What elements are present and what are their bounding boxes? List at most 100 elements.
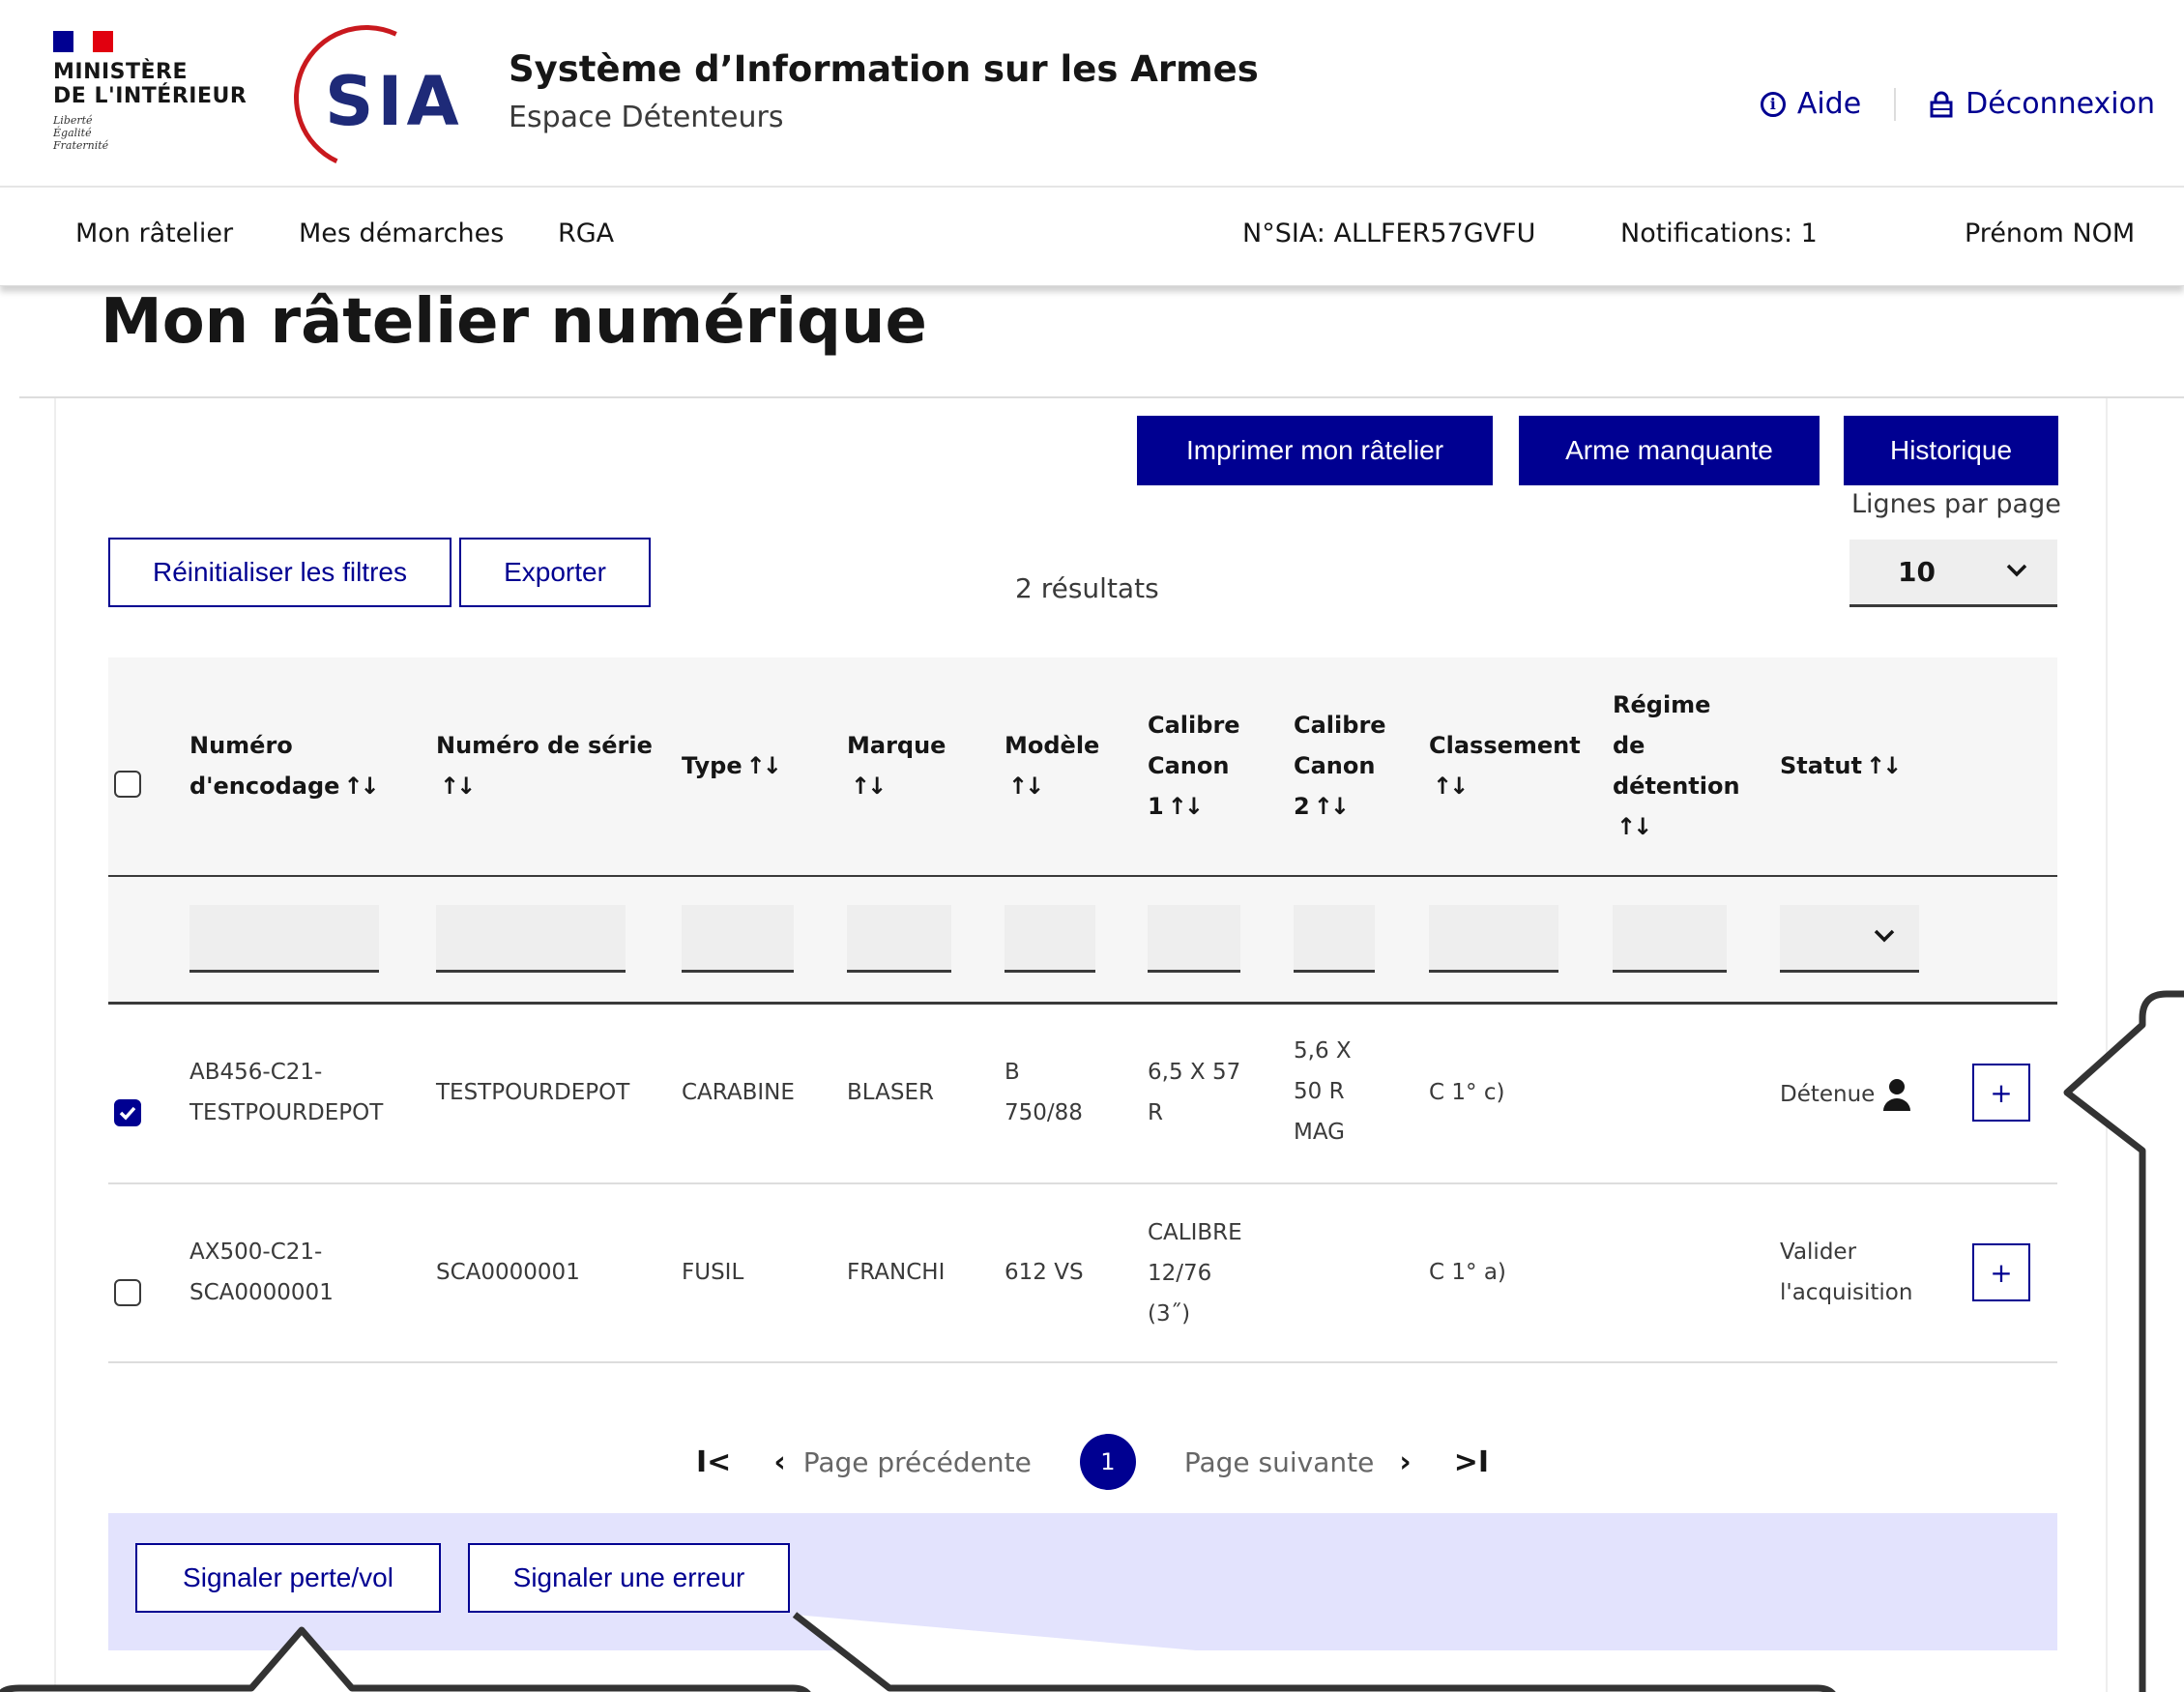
filter-marque-input[interactable]: [847, 905, 951, 973]
col-calibre1-line1: Calibre: [1148, 712, 1240, 739]
current-page[interactable]: 1: [1079, 1434, 1136, 1490]
col-encodage-line2: d'encodage: [189, 773, 340, 800]
col-calibre2[interactable]: Calibre Canon 2 ↑↓: [1294, 705, 1386, 827]
row-checkbox[interactable]: [114, 1099, 141, 1126]
history-button[interactable]: Historique: [1844, 416, 2058, 485]
sort-icon: ↑↓: [1433, 773, 1469, 800]
devise-egalite: Égalité: [53, 127, 92, 139]
last-page-icon[interactable]: >I: [1454, 1445, 1489, 1479]
filter-type-input[interactable]: [682, 905, 794, 973]
sort-icon: ↑↓: [1167, 793, 1204, 820]
ministere-line2: DE L'INTÉRIEUR: [53, 84, 248, 108]
row-divider: [108, 1182, 2057, 1184]
header-divider: [108, 875, 2057, 877]
col-regime-line2: de: [1613, 732, 1645, 759]
filter-regime-input[interactable]: [1613, 905, 1727, 973]
sia-logo: SIA: [273, 4, 460, 191]
col-calibre1[interactable]: Calibre Canon 1 ↑↓: [1148, 705, 1240, 827]
col-type[interactable]: Type ↑↓: [682, 745, 782, 786]
col-serie[interactable]: Numéro de série ↑↓: [436, 725, 653, 806]
chevron-down-icon: [1874, 929, 1895, 943]
cell-calibre1-line1: 6,5 X 57: [1148, 1060, 1241, 1085]
sort-icon: ↑↓: [343, 773, 379, 800]
pagination: I< ‹ Page précédente 1 Page suivante › >…: [696, 1433, 1489, 1491]
lines-per-page-value: 10: [1898, 556, 1936, 588]
filter-calibre2-input[interactable]: [1294, 905, 1375, 973]
report-error-button[interactable]: Signaler une erreur: [468, 1543, 790, 1613]
table-header-bottom-rule: [108, 1002, 2057, 1005]
nav-notifications[interactable]: Notifications: 1: [1620, 219, 1818, 248]
cell-classement: C 1° a): [1429, 1260, 1506, 1285]
ministere-line1: MINISTÈRE: [53, 60, 189, 84]
nav-item-rga[interactable]: RGA: [558, 219, 614, 248]
col-calibre1-line3: 1: [1148, 793, 1164, 820]
expand-row-button[interactable]: +: [1972, 1064, 2030, 1122]
col-calibre2-line2: Canon: [1294, 752, 1376, 779]
cell-calibre2: 5,6 X 50 R MAG: [1294, 1031, 1352, 1152]
devise-fraternite: Fraternité: [53, 139, 109, 152]
filter-encodage-input[interactable]: [189, 905, 379, 973]
col-statut[interactable]: Statut ↑↓: [1780, 745, 1902, 786]
cell-statut-line2: l'acquisition: [1780, 1280, 1913, 1305]
cell-serie: SCA0000001: [436, 1260, 580, 1285]
sort-icon: ↑↓: [1616, 813, 1652, 840]
filter-classement-input[interactable]: [1429, 905, 1558, 973]
cell-marque: BLASER: [847, 1080, 934, 1105]
cell-encodage-line2: SCA0000001: [189, 1280, 334, 1305]
col-encodage[interactable]: Numéro d'encodage ↑↓: [189, 725, 380, 806]
cell-modele: B 750/88: [1005, 1052, 1083, 1133]
col-classement[interactable]: Classement ↑↓: [1429, 725, 1581, 806]
cell-modele: 612 VS: [1005, 1260, 1084, 1285]
chevron-right-icon[interactable]: ›: [1399, 1445, 1411, 1479]
cell-encodage: AX500-C21- SCA0000001: [189, 1232, 334, 1313]
cell-calibre2-line3: MAG: [1294, 1120, 1345, 1145]
sort-icon: ↑↓: [851, 773, 887, 800]
reset-filters-button[interactable]: Réinitialiser les filtres: [108, 538, 451, 607]
missing-weapon-button[interactable]: Arme manquante: [1519, 416, 1820, 485]
report-loss-button[interactable]: Signaler perte/vol: [135, 1543, 441, 1613]
logout-label: Déconnexion: [1966, 87, 2155, 121]
cell-calibre1-line2: 12/76: [1148, 1261, 1212, 1286]
row-checkbox[interactable]: [114, 1279, 141, 1306]
col-type-label: Type: [682, 752, 743, 779]
help-link[interactable]: i Aide: [1760, 87, 1862, 121]
prev-page-link[interactable]: Page précédente: [803, 1446, 1032, 1478]
sia-number: N°SIA: ALLFER57GVFU: [1242, 219, 1536, 248]
logout-link[interactable]: Déconnexion: [1929, 87, 2155, 121]
cell-type: CARABINE: [682, 1080, 795, 1105]
lines-per-page-select[interactable]: 10: [1849, 540, 2057, 607]
nav-user-name[interactable]: Prénom NOM: [1965, 219, 2135, 248]
nav-item-ratelier[interactable]: Mon râtelier: [75, 219, 233, 248]
expand-row-button[interactable]: +: [1972, 1243, 2030, 1301]
print-ratelier-button[interactable]: Imprimer mon râtelier: [1137, 416, 1493, 485]
cell-calibre2-line2: 50 R: [1294, 1079, 1345, 1104]
select-all-checkbox[interactable]: [114, 771, 141, 798]
cell-modele-line2: 750/88: [1005, 1100, 1083, 1125]
header-separator: [1894, 87, 1897, 121]
filter-statut-select[interactable]: [1780, 905, 1919, 973]
help-label: Aide: [1796, 87, 1862, 121]
cell-encodage-line1: AB456-C21-: [189, 1060, 323, 1085]
col-regime[interactable]: Régime de détention ↑↓: [1613, 685, 1740, 847]
filter-modele-input[interactable]: [1005, 905, 1095, 973]
nav-item-demarches[interactable]: Mes démarches: [299, 219, 504, 248]
col-statut-label: Statut: [1780, 752, 1862, 779]
sort-icon: ↑↓: [1008, 773, 1044, 800]
check-icon: [119, 1106, 136, 1121]
sort-icon: ↑↓: [1313, 793, 1350, 820]
cell-statut-line1: Valider: [1780, 1240, 1857, 1265]
chevron-down-icon: [2006, 564, 2027, 577]
col-marque[interactable]: Marque ↑↓: [847, 725, 946, 806]
cell-calibre1-line2: R: [1148, 1100, 1163, 1125]
col-modele[interactable]: Modèle ↑↓: [1005, 725, 1099, 806]
app-title: Système d’Information sur les Armes: [509, 48, 1259, 90]
next-page-link[interactable]: Page suivante: [1184, 1446, 1374, 1478]
cell-type: FUSIL: [682, 1260, 744, 1285]
filter-calibre1-input[interactable]: [1148, 905, 1240, 973]
lock-icon: [1930, 91, 1953, 117]
col-modele-line1: Modèle: [1005, 732, 1100, 759]
first-page-icon[interactable]: I<: [696, 1445, 731, 1479]
filter-serie-input[interactable]: [436, 905, 626, 973]
chevron-left-icon[interactable]: ‹: [773, 1445, 785, 1479]
export-button[interactable]: Exporter: [459, 538, 651, 607]
